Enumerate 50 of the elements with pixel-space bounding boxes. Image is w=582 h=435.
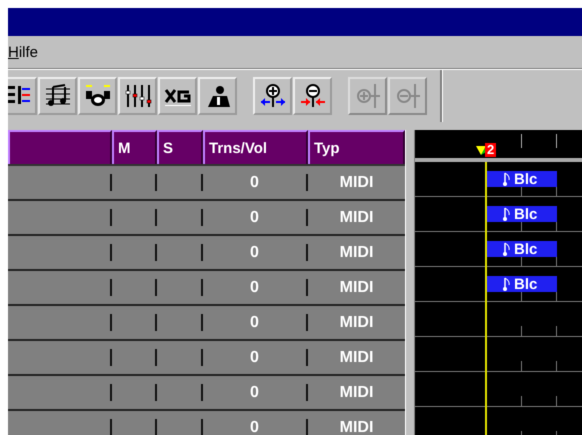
table-cell-text: MIDI bbox=[338, 278, 374, 296]
table-cell-text: MIDI bbox=[338, 244, 374, 262]
column-header[interactable]: M bbox=[112, 130, 157, 164]
midi-part[interactable]: Blc bbox=[487, 241, 557, 257]
music-note-icon bbox=[503, 172, 511, 186]
toolbar-button[interactable] bbox=[78, 77, 117, 115]
table-cell-text: MIDI bbox=[338, 348, 374, 366]
toolbar-button[interactable] bbox=[293, 77, 332, 115]
table-cell-text: 0 bbox=[249, 174, 260, 192]
track-row[interactable]: 0 MIDI bbox=[8, 166, 405, 201]
part-name: Blc bbox=[514, 276, 538, 292]
toolbar-button[interactable] bbox=[253, 77, 292, 115]
table-cell-text: 0 bbox=[249, 348, 260, 366]
midi-part[interactable]: Blc bbox=[487, 206, 557, 222]
table-cell-text: MIDI bbox=[338, 174, 374, 192]
toolbar-button[interactable] bbox=[118, 77, 157, 115]
table-cell-text: MIDI bbox=[338, 314, 374, 332]
toolbar-button[interactable] bbox=[158, 77, 197, 115]
table-cell-text: 0 bbox=[249, 278, 260, 296]
table-cell-text: 0 bbox=[249, 384, 260, 402]
menu-item[interactable]: Hilfe bbox=[8, 44, 38, 60]
track-row[interactable]: 0 MIDI bbox=[8, 201, 405, 236]
midi-part[interactable]: Blc bbox=[487, 276, 557, 292]
table-cell-text: MIDI bbox=[338, 384, 374, 402]
track-row[interactable]: 0 MIDI bbox=[8, 376, 405, 411]
music-note-icon bbox=[503, 277, 511, 291]
table-cell-text: 0 bbox=[249, 244, 260, 262]
part-name: Blc bbox=[514, 206, 538, 222]
table-cell-text: 0 bbox=[249, 208, 260, 226]
table-cell-text: 0 bbox=[249, 418, 260, 435]
toolbar-button[interactable] bbox=[198, 77, 237, 115]
part-name: Blc bbox=[514, 241, 538, 257]
track-row[interactable]: 0 MIDI bbox=[8, 236, 405, 271]
part-name: Blc bbox=[514, 171, 538, 187]
track-row[interactable]: 0 MIDI bbox=[8, 341, 405, 376]
splitter[interactable] bbox=[405, 130, 415, 435]
toolbar-button[interactable] bbox=[8, 77, 37, 115]
music-note-icon bbox=[503, 242, 511, 256]
table-cell-text: MIDI bbox=[338, 208, 374, 226]
track-row[interactable]: 0 MIDI bbox=[8, 271, 405, 306]
track-row[interactable]: 0 MIDI bbox=[8, 306, 405, 341]
music-note-icon bbox=[503, 207, 511, 221]
column-header[interactable]: S bbox=[157, 130, 203, 164]
marker-icon bbox=[476, 146, 486, 155]
table-cell-text: MIDI bbox=[338, 418, 374, 435]
table-cell-text: 0 bbox=[249, 314, 260, 332]
toolbar-button[interactable] bbox=[38, 77, 77, 115]
locator-marker[interactable]: 2 bbox=[485, 143, 496, 157]
column-header[interactable]: Trns/Vol bbox=[203, 130, 308, 164]
midi-part[interactable]: Blc bbox=[487, 171, 557, 187]
